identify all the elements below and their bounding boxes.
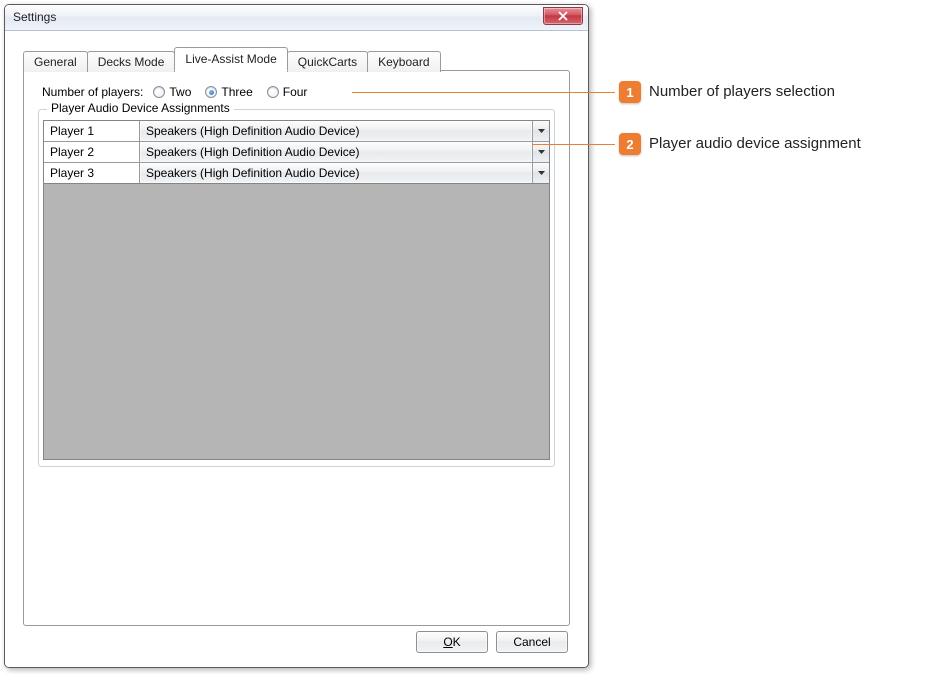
tab-panel: Number of players: Two Three Four Player… <box>23 70 570 626</box>
device-grid: Player 1 Speakers (High Definition Audio… <box>43 120 550 460</box>
callout-text-2: Player audio device assignment <box>649 135 861 152</box>
tab-decks-mode[interactable]: Decks Mode <box>87 51 176 72</box>
radio-icon <box>205 86 217 98</box>
player-label: Player 2 <box>44 142 140 162</box>
table-row: Player 2 Speakers (High Definition Audio… <box>44 142 549 163</box>
titlebar[interactable]: Settings <box>5 5 588 31</box>
dialog-body: General Decks Mode Live-Assist Mode Quic… <box>5 31 588 667</box>
radio-icon <box>267 86 279 98</box>
chevron-down-icon <box>538 171 545 176</box>
radio-icon <box>153 86 165 98</box>
device-combo-1[interactable]: Speakers (High Definition Audio Device) <box>140 121 532 141</box>
close-icon <box>558 11 568 21</box>
radio-two[interactable]: Two <box>153 85 191 99</box>
cancel-button[interactable]: Cancel <box>496 631 568 653</box>
table-row: Player 3 Speakers (High Definition Audio… <box>44 163 549 184</box>
device-combo-3-button[interactable] <box>532 163 549 183</box>
radio-three-label: Three <box>221 85 252 99</box>
radio-three[interactable]: Three <box>205 85 252 99</box>
radio-four[interactable]: Four <box>267 85 308 99</box>
device-combo-2-button[interactable] <box>532 142 549 162</box>
tab-live-assist-mode[interactable]: Live-Assist Mode <box>174 47 287 71</box>
tab-bar: General Decks Mode Live-Assist Mode Quic… <box>23 49 570 71</box>
radio-four-label: Four <box>283 85 308 99</box>
ok-button[interactable]: OK <box>416 631 488 653</box>
device-combo-2[interactable]: Speakers (High Definition Audio Device) <box>140 142 532 162</box>
device-fieldset: Player Audio Device Assignments Player 1… <box>38 109 555 467</box>
players-label: Number of players: <box>42 85 143 99</box>
chevron-down-icon <box>538 129 545 134</box>
fieldset-legend: Player Audio Device Assignments <box>47 101 234 115</box>
tab-quickcarts[interactable]: QuickCarts <box>287 51 368 72</box>
radio-two-label: Two <box>169 85 191 99</box>
window-title: Settings <box>13 10 56 24</box>
callout-line <box>532 144 615 145</box>
device-combo-3[interactable]: Speakers (High Definition Audio Device) <box>140 163 532 183</box>
callout-badge-2: 2 <box>619 133 641 155</box>
dialog-buttons: OK Cancel <box>416 631 568 653</box>
device-combo-1-button[interactable] <box>532 121 549 141</box>
chevron-down-icon <box>538 150 545 155</box>
callout-badge-1: 1 <box>619 81 641 103</box>
table-row: Player 1 Speakers (High Definition Audio… <box>44 121 549 142</box>
callout-line <box>352 92 615 93</box>
callout-text-1: Number of players selection <box>649 83 835 100</box>
tab-general[interactable]: General <box>23 51 88 72</box>
player-label: Player 3 <box>44 163 140 183</box>
settings-dialog: Settings General Decks Mode Live-Assist … <box>4 4 589 668</box>
tab-keyboard[interactable]: Keyboard <box>367 51 440 72</box>
close-button[interactable] <box>543 7 583 25</box>
player-label: Player 1 <box>44 121 140 141</box>
